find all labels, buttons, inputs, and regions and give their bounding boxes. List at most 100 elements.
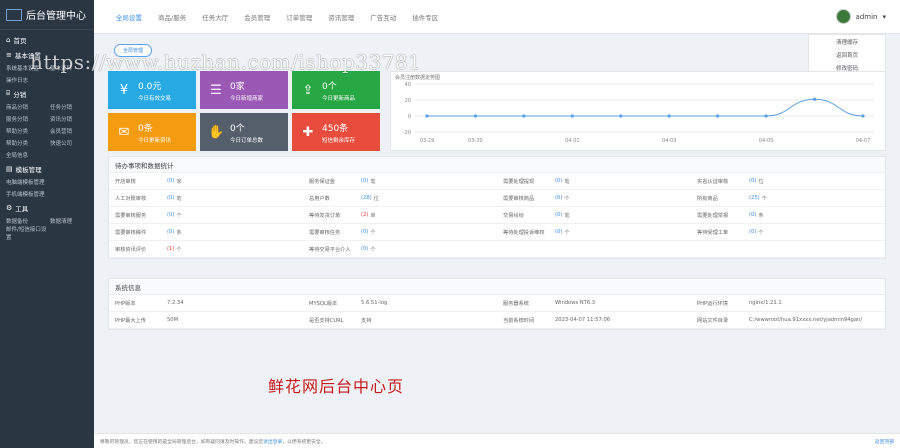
stat-unit: 个 [370, 229, 376, 236]
stat-count[interactable]: (0) [361, 178, 368, 184]
x-tick-label: 04-01 [565, 138, 580, 144]
stat-count[interactable]: (0) [555, 212, 562, 218]
stat-card[interactable]: ☰ 0家 今日新增商家 [200, 71, 288, 109]
tab-7[interactable]: 插件专区 [404, 0, 446, 34]
tab-4[interactable]: 订单管理 [278, 0, 320, 34]
stat-unit: 个 [761, 195, 767, 202]
stat-count[interactable]: (0) [749, 178, 756, 184]
stat-key: 需要审核商品 [503, 195, 535, 202]
logo[interactable]: 后台管理中心 [0, 0, 94, 30]
stat-card[interactable]: ✉ 0条 今日更新资讯 [108, 113, 196, 151]
sidebar-item[interactable]: 帮助分类 [6, 127, 50, 135]
x-tick-label: 04-03 [662, 138, 677, 144]
stat-count[interactable]: (0) [555, 229, 562, 235]
stat-cell: 开店审核 (0) 家 [109, 173, 303, 190]
user-menu-item[interactable]: 返回首页 [809, 48, 885, 61]
stat-count[interactable]: (2) [361, 212, 368, 218]
sidebar-item[interactable]: 任务分销 [50, 103, 94, 111]
sidebar-item[interactable]: 资讯分销 [50, 115, 94, 123]
info-value: C:/wwwroot/hua.91xxxx.net/yjadmin94gan/ [749, 317, 863, 323]
stat-cell: 服务保证金 (0) 笔 [303, 173, 497, 190]
nav-group-0[interactable]: ⌂ 首页 [0, 32, 94, 47]
sysinfo-title: 系统信息 [109, 279, 885, 295]
sidebar-item[interactable]: 会员营销 [50, 127, 94, 135]
back-to-top-link[interactable]: 返回顶部 [875, 438, 894, 445]
user-menu-item[interactable]: 清理缓存 [809, 35, 885, 48]
user-menu-trigger[interactable]: admin ▾ [835, 9, 886, 24]
stat-count[interactable]: (0) [361, 229, 368, 235]
sidebar-item[interactable]: 服务分销 [6, 115, 50, 123]
stat-count[interactable]: (0) [749, 212, 756, 218]
stat-card[interactable]: ¥0.0元 今日有效交易 [108, 71, 196, 109]
footer: 尊敬的管理员，您正在使用的是全局管理后台，如有疑问请及时操作，建议您退出登录，以… [94, 433, 900, 448]
nav-group-label: 工具 [15, 204, 29, 213]
stat-count[interactable]: (0) [749, 229, 756, 235]
stat-unit: 个 [370, 246, 376, 253]
stat-count[interactable]: (0) [361, 246, 368, 252]
sidebar-item[interactable]: 数据清理 [50, 217, 94, 225]
stat-unit: 个 [758, 229, 764, 236]
y-tick-label: -20 [403, 130, 411, 136]
stat-key: 总用户数 [309, 195, 330, 202]
stat-count[interactable]: (1) [167, 246, 174, 252]
settings-icon: ≡ [6, 50, 12, 59]
stat-text: 0个 今日更新商品 [322, 79, 355, 102]
stat-key: 等待处理投诉维权 [503, 229, 545, 236]
sidebar-item[interactable]: 数据备份 [6, 217, 50, 225]
info-cell: 当前系统时间 2023-04-07 11:57:06 [497, 312, 691, 329]
stat-key: 需要审核稿件 [115, 229, 147, 236]
sidebar-item[interactable]: 帮助分类 [6, 139, 50, 147]
stat-label: 今日更新资讯 [138, 137, 172, 144]
monitor-icon [6, 8, 22, 21]
stat-cell [691, 241, 885, 258]
stat-count[interactable]: (0) [167, 178, 174, 184]
sidebar-item[interactable]: 操作日志 [6, 76, 50, 84]
stat-key: 服务保证金 [309, 178, 335, 185]
stat-value: 0个 [230, 123, 245, 134]
stat-cell: 需要审核稿件 (0) 条 [109, 224, 303, 241]
sidebar-item[interactable]: 全局信息 [6, 151, 50, 159]
stat-count[interactable]: (0) [167, 195, 174, 201]
stat-key: 审核资讯评价 [115, 246, 147, 253]
data-point [473, 114, 478, 118]
tab-5[interactable]: 资讯管理 [320, 0, 362, 34]
stat-count[interactable]: (28) [361, 195, 372, 201]
sidebar-item[interactable]: 邮件/短信接口设置 [6, 225, 50, 241]
tab-1[interactable]: 商品/服务 [150, 0, 194, 34]
tab-2[interactable]: 任务大厅 [194, 0, 236, 34]
stat-unit: 笔 [564, 178, 570, 185]
data-point [861, 114, 865, 118]
stat-cell: 人工对账审核 (0) 笔 [109, 190, 303, 207]
data-point [812, 97, 817, 101]
nav-group-2[interactable]: ⌸ 分销 [0, 86, 94, 101]
sidebar-item[interactable]: 快速公司 [50, 139, 94, 147]
info-cell: PHP运行环境 nginx/1.21.1 [691, 295, 885, 312]
pending-title: 待办事项和数据统计 [109, 157, 885, 173]
stat-value: 0.0元 [138, 81, 162, 92]
sidebar-item[interactable]: 商品分销 [6, 103, 50, 111]
stat-card[interactable]: ⇪ 0个 今日更新商品 [292, 71, 380, 109]
stat-count[interactable]: (0) [555, 178, 562, 184]
sidebar-item[interactable]: 电脑端模板管理 [6, 178, 50, 186]
info-key: 是否支持CURL [309, 317, 344, 324]
info-value: 50M [167, 317, 179, 323]
stat-count[interactable]: (25) [749, 195, 760, 201]
nav-group-3[interactable]: ▤ 模板管理 [0, 161, 94, 176]
stat-key: 需要审核服务 [115, 212, 147, 219]
sidebar-item[interactable]: 手机端模板管理 [6, 190, 50, 198]
stat-card[interactable]: ✚ 450条 短信剩余库存 [292, 113, 380, 151]
stat-card[interactable]: ✋ 0个 今日订单总数 [200, 113, 288, 151]
nav-group-4[interactable]: ⚙ 工具 [0, 200, 94, 215]
nav-group-label: 分销 [13, 90, 27, 99]
stat-count[interactable]: (0) [167, 229, 174, 235]
tab-3[interactable]: 会员管理 [236, 0, 278, 34]
stat-count[interactable]: (0) [555, 195, 562, 201]
logout-link[interactable]: 退出登录 [263, 440, 282, 445]
watermark-text: 鲜花网后台中心页 [268, 377, 405, 396]
message-icon: ✚ [302, 124, 314, 140]
stat-count[interactable]: (0) [167, 212, 174, 218]
stat-cell: 交易纠纷 (0) 笔 [497, 207, 691, 224]
tools-icon: ⚙ [6, 203, 13, 212]
tab-6[interactable]: 广告互动 [362, 0, 404, 34]
tab-0[interactable]: 全局设置 [108, 0, 150, 34]
